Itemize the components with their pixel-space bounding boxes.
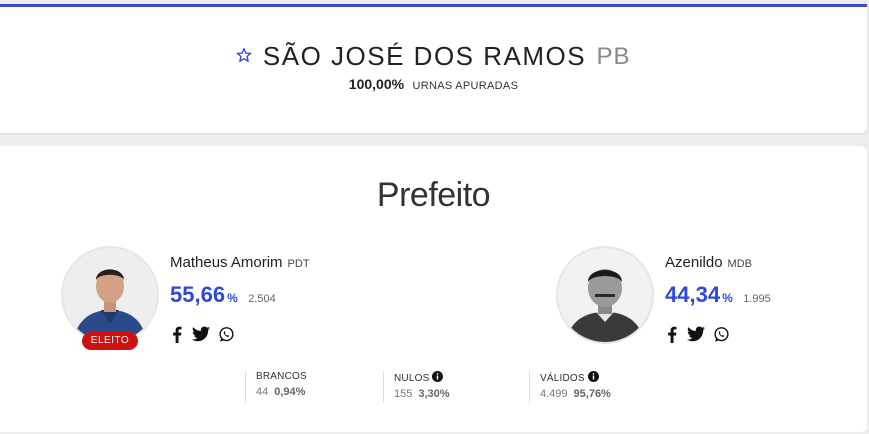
share-buttons (665, 326, 755, 344)
city-header-card: SÃO JOSÉ DOS RAMOS PB 100,00% URNAS APUR… (0, 4, 867, 133)
facebook-icon[interactable] (667, 326, 677, 348)
results-card: Prefeito ELEITO Matheus Amorim PDT 55,66%… (0, 146, 867, 432)
candidate-name: Azenildo (665, 254, 723, 271)
share-buttons (170, 326, 260, 344)
star-icon[interactable] (236, 47, 252, 63)
twitter-icon[interactable] (687, 326, 705, 347)
whatsapp-icon[interactable] (218, 326, 235, 348)
stat-label: NULOS (394, 373, 430, 384)
stat-count: 155 (394, 388, 413, 400)
candidate-votes: 1.995 (743, 293, 771, 305)
stat-valid-votes: VÁLIDOS 4.499 95,76% (529, 371, 611, 403)
office-title: Prefeito (376, 176, 491, 214)
counting-percent: 100,00% (348, 76, 405, 92)
facebook-icon[interactable] (172, 326, 182, 348)
info-icon[interactable] (432, 371, 444, 382)
candidate-info: Azenildo MDB 44,34% 1.995 (665, 254, 771, 308)
candidate-info: Matheus Amorim PDT 55,66% 2.504 (170, 254, 310, 308)
whatsapp-icon[interactable] (713, 326, 730, 348)
candidate-photo (61, 246, 159, 344)
percent-sign: % (722, 291, 733, 305)
stat-percent: 0,94% (274, 386, 306, 398)
candidate-name: Matheus Amorim (170, 254, 283, 271)
stat-count: 4.499 (540, 388, 568, 400)
candidate-photo (556, 246, 654, 344)
stat-blank-votes: BRANCOS 44 0,94% (245, 371, 307, 403)
candidate-party: MDB (727, 258, 752, 270)
counting-status: 100,00% URNAS APURADAS (0, 76, 867, 94)
city-title-row: SÃO JOSÉ DOS RAMOS PB (0, 41, 867, 72)
stat-percent: 95,76% (573, 388, 611, 400)
stat-null-votes: NULOS 155 3,30% (383, 371, 450, 403)
state-code: PB (596, 42, 631, 70)
stat-label: BRANCOS (256, 371, 307, 382)
elected-badge: ELEITO (82, 332, 138, 350)
candidate-percent: 44,34 (665, 282, 721, 307)
candidate-percent: 55,66 (170, 282, 226, 307)
stat-label: VÁLIDOS (540, 373, 585, 384)
counting-label: URNAS APURADAS (412, 80, 519, 92)
info-icon[interactable] (587, 371, 599, 382)
stat-percent: 3,30% (418, 388, 450, 400)
twitter-icon[interactable] (192, 326, 210, 347)
candidate-votes: 2.504 (248, 293, 276, 305)
city-name: SÃO JOSÉ DOS RAMOS (262, 41, 587, 71)
stat-count: 44 (256, 386, 269, 398)
percent-sign: % (227, 291, 238, 305)
candidate-party: PDT (287, 258, 310, 270)
